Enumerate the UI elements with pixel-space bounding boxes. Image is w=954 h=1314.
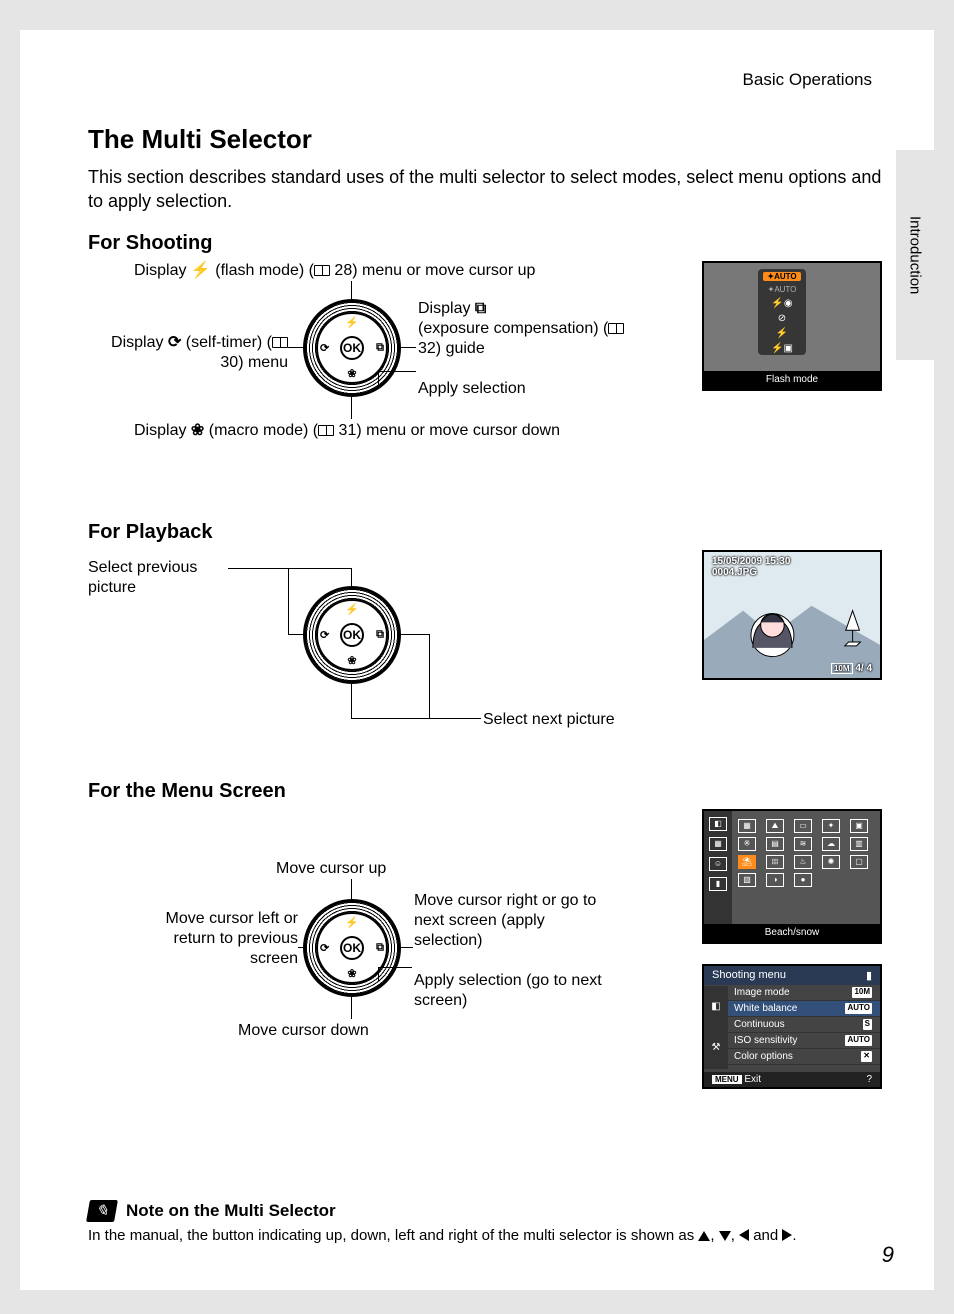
pencil-note-icon: ✎	[86, 1200, 118, 1222]
running-head: Basic Operations	[88, 70, 882, 90]
menu-left-label: Move cursor left or return to previous s…	[128, 909, 298, 969]
flash-icon: ⚡	[345, 603, 359, 616]
menu-row-iso: ISO sensitivity AUTO	[704, 1033, 880, 1049]
macro-icon: ❀	[347, 654, 356, 667]
shooting-heading: For Shooting	[88, 232, 882, 255]
menu-diagram: Move cursor up Move cursor right or go t…	[88, 809, 882, 1109]
timer-icon: ⟳	[320, 341, 329, 354]
playback-next-label: Select next picture	[483, 710, 615, 730]
right-arrow-icon	[782, 1229, 792, 1241]
help-icon: ?	[866, 1074, 872, 1085]
note-body: In the manual, the button indicating up,…	[88, 1226, 874, 1246]
shooting-down-label: Display ❀ (macro mode) ( 31) menu or mov…	[134, 421, 560, 441]
lcd-playback: 15/05/2009 15:30 0004.JPG 10M 4/ 4	[702, 550, 882, 680]
playback-counter: 10M 4/ 4	[831, 663, 872, 674]
multi-selector-icon: ⚡ ❀ ⟳ ⧉	[303, 586, 401, 684]
lcd-scene-menu: ◧ ▦ ☺ ▮ ▦⛰▭✦▣ ※▤≋☁▥ ⛱𝍖♨✺▢ ▧◑● Beach/snow	[702, 809, 882, 944]
flash-icon: ⚡	[345, 916, 359, 929]
menu-ok-label: Apply selection (go to next screen)	[414, 971, 614, 1011]
tab-movie-icon: ▮	[709, 877, 727, 891]
menu-exit-bar: MENU Exit ?	[704, 1072, 880, 1087]
tab-scene-icon: ▦	[709, 837, 727, 851]
flash-redeye-icon: ⚡◉	[771, 298, 792, 309]
thumb-tab: Introduction	[896, 150, 934, 360]
playback-prev-label: Select previous picture	[88, 558, 228, 598]
tab-camera-icon: ◧	[709, 817, 727, 831]
menu-row-color: Color options ✕	[704, 1049, 880, 1065]
tab-smile-icon: ☺	[709, 857, 727, 871]
thumb-tab-label: Introduction	[907, 216, 924, 294]
menu-right-label: Move cursor right or go to next screen (…	[414, 891, 614, 951]
scene-caption: Beach/snow	[704, 924, 880, 942]
left-arrow-icon	[739, 1229, 749, 1241]
menu-down-label: Move cursor down	[238, 1021, 369, 1041]
menu-up-label: Move cursor up	[276, 859, 386, 879]
book-icon	[318, 425, 334, 436]
shooting-ok-label: Apply selection	[418, 379, 526, 399]
exposure-icon: ⧉	[376, 628, 384, 641]
exposure-icon: ⧉	[376, 341, 384, 354]
intro-paragraph: This section describes standard uses of …	[88, 165, 882, 214]
macro-icon: ❀	[347, 367, 356, 380]
scroll-icon: ▮	[866, 969, 872, 982]
playback-metadata: 15/05/2009 15:30 0004.JPG	[712, 556, 790, 578]
multi-selector-icon: ⚡ ❀ ⟳ ⧉	[303, 899, 401, 997]
tab-camera-icon: ◧	[711, 1001, 720, 1012]
menu-row-white-balance: White balance AUTO	[704, 1001, 880, 1017]
exposure-icon: ⧉	[376, 941, 384, 954]
menu-row-continuous: Continuous S	[704, 1017, 880, 1033]
flash-auto-selected: ✦AUTO	[763, 272, 800, 281]
shooting-up-label: Display ⚡ (flash mode) ( 28) menu or mov…	[134, 261, 535, 281]
shooting-right-label: Display ⧉ (exposure compensation) ( 32) …	[418, 299, 648, 359]
shooting-menu-title: Shooting menu	[712, 969, 786, 982]
lcd-shooting-menu: Shooting menu ▮ ◧ ⚒ Image mode 10M White…	[702, 964, 882, 1089]
book-icon	[272, 337, 288, 348]
playback-diagram: Select previous picture Select next pict…	[88, 550, 882, 750]
shooting-left-label: Display ⟳ (self-timer) ( 30) menu	[88, 333, 288, 373]
page-number: 9	[882, 1242, 894, 1268]
macro-icon: ❀	[347, 967, 356, 980]
shooting-diagram: Display ⚡ (flash mode) ( 28) menu or mov…	[88, 261, 882, 481]
flash-slow-icon: ⚡▣	[771, 343, 793, 354]
down-arrow-icon	[719, 1231, 731, 1241]
book-icon	[314, 265, 330, 276]
note-block: ✎ Note on the Multi Selector In the manu…	[88, 1200, 874, 1246]
tab-wrench-icon: ⚒	[712, 1042, 721, 1053]
up-arrow-icon	[698, 1231, 710, 1241]
menu-row-image-mode: Image mode 10M	[704, 985, 880, 1001]
note-title: Note on the Multi Selector	[126, 1201, 336, 1221]
multi-selector-icon: ⚡ ❀ ⟳ ⧉	[303, 299, 401, 397]
timer-icon: ⟳	[320, 628, 329, 641]
lcd-flash-mode: ✦AUTO ✦AUTO ⚡◉ ⊘ ⚡ ⚡▣ Flash mode	[702, 261, 882, 391]
book-icon	[608, 323, 624, 334]
page-title: The Multi Selector	[88, 124, 882, 155]
flash-icon: ⚡	[345, 316, 359, 329]
flash-off-icon: ⊘	[778, 313, 786, 324]
timer-icon: ⟳	[320, 941, 329, 954]
menu-heading: For the Menu Screen	[88, 780, 882, 803]
playback-heading: For Playback	[88, 521, 882, 544]
lcd-caption: Flash mode	[704, 371, 880, 389]
flash-auto-dim: ✦AUTO	[768, 285, 797, 294]
manual-page: Basic Operations Introduction The Multi …	[20, 30, 934, 1290]
flash-fill-icon: ⚡	[776, 328, 788, 339]
